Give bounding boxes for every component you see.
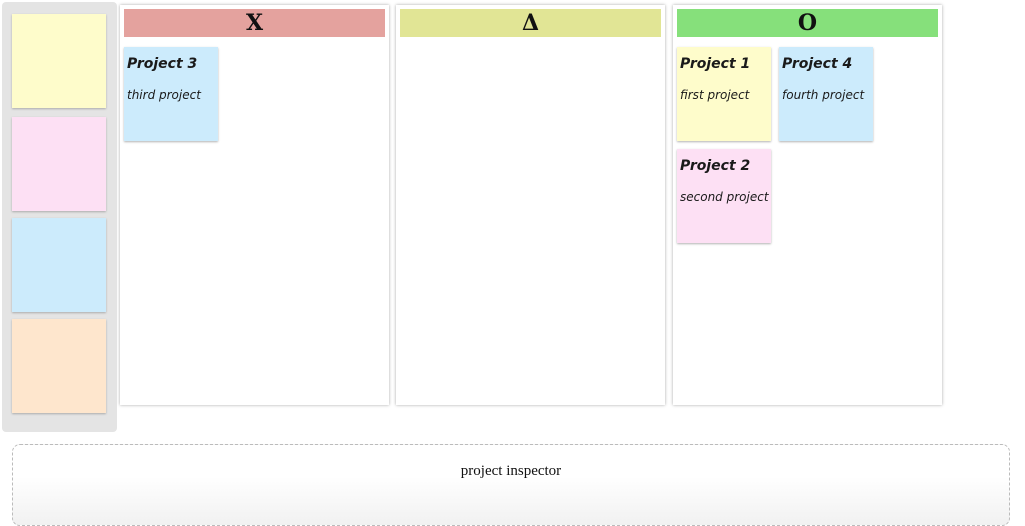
swatch-orange[interactable] [12,319,106,413]
card-description: first project [680,88,750,102]
swatch-blue[interactable] [12,218,106,312]
inspector-title: project inspector [460,463,562,479]
card-title: Project 2 [680,158,751,174]
card-title: Project 3 [127,56,198,72]
swatch-yellow[interactable] [12,14,106,108]
project-card-1[interactable]: Project 1 first project [677,47,771,141]
card-description: second project [680,190,769,204]
project-card-2[interactable]: Project 2 second project [677,149,771,243]
project-card-3[interactable]: Project 3 third project [124,47,218,141]
card-description: third project [127,88,201,102]
project-inspector-panel: project inspector [12,444,1010,526]
card-title: Project 1 [680,56,751,72]
project-card-4[interactable]: Project 4 fourth project [779,47,873,141]
column-header-delta: Δ [400,9,661,37]
column-x[interactable]: X Project 3 third project [120,5,389,405]
column-header-o: O [677,9,938,37]
color-palette [2,2,117,432]
card-title: Project 4 [782,56,853,72]
column-delta[interactable]: Δ [396,5,665,405]
column-header-x: X [124,9,385,37]
column-o[interactable]: O Project 1 first project Project 4 four… [673,5,942,405]
swatch-pink[interactable] [12,117,106,211]
card-description: fourth project [782,88,865,102]
